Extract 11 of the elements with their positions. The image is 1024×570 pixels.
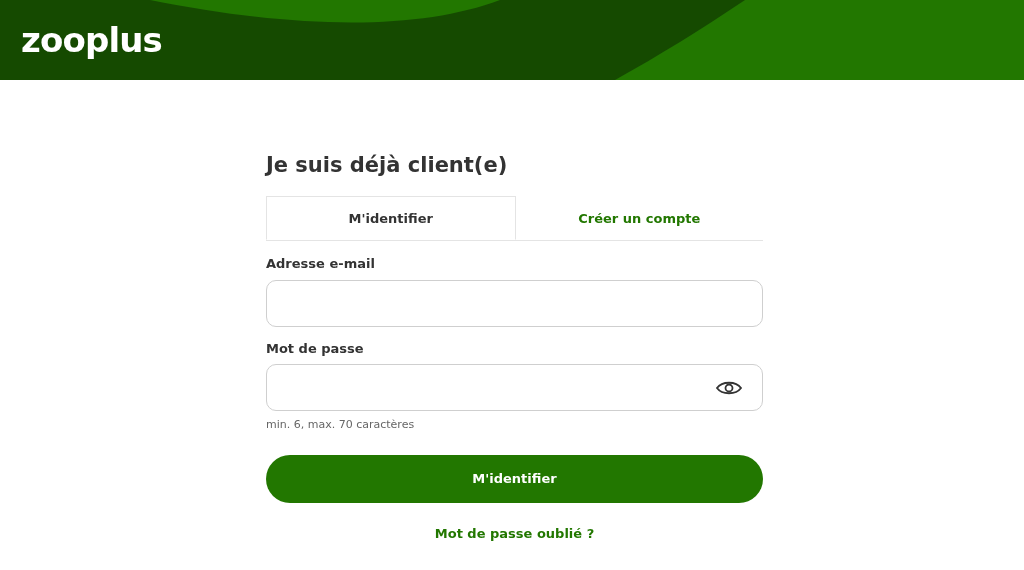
zooplus-logo[interactable]: zooplus [21,23,162,57]
page-heading: Je suis déjà client(e) [266,152,509,179]
forgot-password-link[interactable]: Mot de passe oublié ? [434,523,595,544]
password-hint: min. 6, max. 70 caractères [266,417,416,434]
login-button[interactable]: M'identifier [266,454,763,503]
field-label: Adresse e-mail [266,255,376,274]
email-field[interactable] [266,279,763,327]
tab[interactable]: M'identifier [266,196,516,241]
field-label: Mot de passe [266,339,365,358]
show-password-icon[interactable] [716,379,742,396]
password-field[interactable] [266,364,763,412]
